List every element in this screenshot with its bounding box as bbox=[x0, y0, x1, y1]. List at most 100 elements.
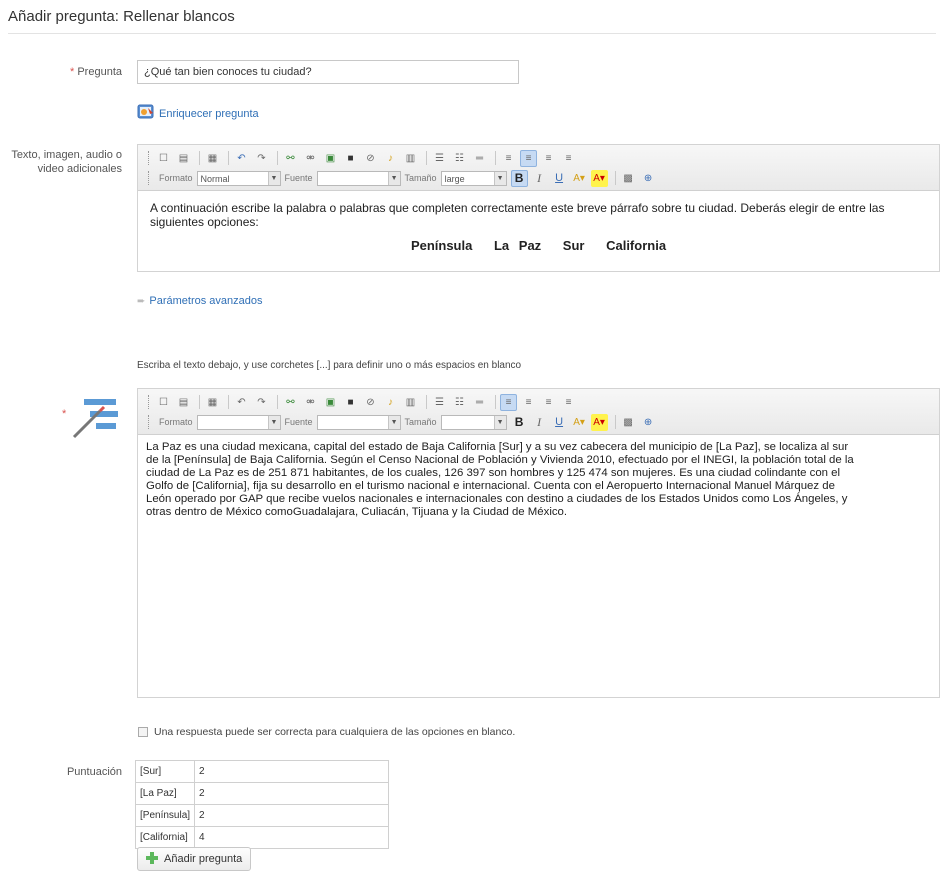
format-select-value bbox=[198, 416, 268, 429]
italic-icon[interactable]: I bbox=[531, 170, 548, 187]
bold-icon[interactable]: B bbox=[511, 414, 528, 431]
enrich-icon bbox=[137, 103, 155, 124]
align-left-icon[interactable]: ≡ bbox=[500, 393, 517, 411]
table-icon[interactable]: ▥ bbox=[402, 150, 419, 167]
new-page-icon[interactable]: ☐ bbox=[155, 394, 172, 411]
font-select[interactable]: ▼ bbox=[316, 170, 401, 186]
maximize-icon[interactable]: ⊕ bbox=[640, 170, 657, 187]
align-right-icon[interactable]: ≡ bbox=[540, 394, 557, 411]
align-justify-icon[interactable]: ≡ bbox=[560, 150, 577, 167]
paste-word-icon[interactable]: ▦ bbox=[204, 150, 221, 167]
font-select-value bbox=[318, 416, 388, 429]
undo-icon[interactable]: ↶ bbox=[233, 150, 250, 167]
toolbar-grip bbox=[148, 151, 151, 165]
bold-icon[interactable]: B bbox=[510, 169, 528, 187]
size-select[interactable]: large ▼ bbox=[440, 170, 507, 186]
unlink-icon[interactable]: ⚮ bbox=[302, 394, 319, 411]
size-select[interactable]: ▼ bbox=[440, 414, 507, 430]
toolbar-separator bbox=[228, 395, 229, 409]
undo-icon[interactable]: ↶ bbox=[233, 394, 250, 411]
blanks-text-editor[interactable]: ☐ ▤ ▦ ↶ ↷ ⚯ ⚮ ▣ ■ ⊘ ♪ ▥ ☰ ☷ ═ ≡ ≡ ≡ ≡ Fo… bbox=[137, 388, 940, 698]
bulleted-list-icon[interactable]: ☷ bbox=[451, 394, 468, 411]
any-answer-option[interactable]: Una respuesta puede ser correcta para cu… bbox=[138, 726, 515, 738]
source-icon[interactable]: ▩ bbox=[620, 170, 637, 187]
score-input[interactable]: 2 bbox=[194, 782, 390, 805]
new-page-icon[interactable]: ☐ bbox=[155, 150, 172, 167]
extra-content-editor[interactable]: ☐ ▤ ▦ ↶ ↷ ⚯ ⚮ ▣ ■ ⊘ ♪ ▥ ☰ ☷ ═ ≡ ≡ ≡ ≡ Fo… bbox=[137, 144, 940, 272]
audio-icon[interactable]: ♪ bbox=[382, 394, 399, 411]
score-input[interactable]: 4 bbox=[194, 826, 390, 849]
flash-icon[interactable]: ⊘ bbox=[362, 150, 379, 167]
bg-color-icon[interactable]: A▾ bbox=[590, 169, 608, 187]
blanks-text-area[interactable]: La Paz es una ciudad mexicana, capital d… bbox=[138, 435, 939, 525]
maximize-icon[interactable]: ⊕ bbox=[640, 414, 657, 431]
font-label: Fuente bbox=[284, 173, 313, 183]
format-select-value: Normal bbox=[200, 173, 230, 184]
score-input[interactable]: 2 bbox=[194, 804, 390, 827]
any-answer-checkbox[interactable] bbox=[138, 727, 148, 737]
score-input[interactable]: 2 bbox=[194, 760, 390, 783]
unlink-icon[interactable]: ⚮ bbox=[302, 150, 319, 167]
numbered-list-icon[interactable]: ☰ bbox=[431, 394, 448, 411]
chevron-down-icon: ▼ bbox=[267, 415, 280, 429]
chevron-down-icon: ▼ bbox=[387, 415, 400, 429]
any-answer-label: Una respuesta puede ser correcta para cu… bbox=[154, 726, 516, 738]
toolbar-separator bbox=[277, 151, 278, 165]
toolbar-separator bbox=[277, 395, 278, 409]
toolbar-separator bbox=[426, 151, 427, 165]
link-icon[interactable]: ⚯ bbox=[282, 150, 299, 167]
flash-icon[interactable]: ⊘ bbox=[362, 394, 379, 411]
image-icon[interactable]: ▣ bbox=[322, 394, 339, 411]
question-label-text: Pregunta bbox=[77, 66, 122, 78]
paste-text-icon[interactable]: ▤ bbox=[175, 394, 192, 411]
enrich-question-text[interactable]: Enriquecer pregunta bbox=[159, 108, 259, 120]
format-select[interactable]: ▼ bbox=[196, 414, 281, 430]
format-select[interactable]: Normal ▼ bbox=[196, 170, 281, 186]
question-input[interactable] bbox=[137, 60, 519, 84]
redo-icon[interactable]: ↷ bbox=[253, 394, 270, 411]
paste-word-icon[interactable]: ▦ bbox=[204, 394, 221, 411]
add-question-label: Añadir pregunta bbox=[164, 853, 243, 865]
video-icon[interactable]: ■ bbox=[342, 150, 359, 167]
plus-icon bbox=[146, 851, 158, 867]
toolbar-separator bbox=[614, 171, 616, 185]
add-question-button[interactable]: Añadir pregunta bbox=[137, 847, 252, 871]
paste-text-icon[interactable]: ▤ bbox=[175, 150, 192, 167]
bg-color-icon[interactable]: A▾ bbox=[590, 413, 608, 431]
audio-icon[interactable]: ♪ bbox=[382, 150, 399, 167]
bulleted-list-icon[interactable]: ☷ bbox=[451, 150, 468, 167]
align-center-icon[interactable]: ≡ bbox=[520, 394, 537, 411]
blank-key: [Sur] bbox=[134, 760, 196, 783]
align-right-icon[interactable]: ≡ bbox=[540, 150, 557, 167]
underline-icon[interactable]: U bbox=[551, 414, 568, 431]
source-icon[interactable]: ▩ bbox=[620, 414, 637, 431]
toolbar-separator bbox=[228, 151, 229, 165]
table-icon[interactable]: ▥ bbox=[402, 394, 419, 411]
link-icon[interactable]: ⚯ bbox=[282, 394, 299, 411]
video-icon[interactable]: ■ bbox=[342, 394, 359, 411]
image-icon[interactable]: ▣ bbox=[322, 150, 339, 167]
title-divider bbox=[8, 33, 936, 34]
italic-icon[interactable]: I bbox=[531, 414, 548, 431]
horizontal-rule-icon[interactable]: ═ bbox=[471, 150, 488, 167]
horizontal-rule-icon[interactable]: ═ bbox=[471, 394, 488, 411]
enrich-question-link[interactable]: Enriquecer pregunta bbox=[137, 103, 259, 124]
editor-toolbar: ☐ ▤ ▦ ↶ ↷ ⚯ ⚮ ▣ ■ ⊘ ♪ ▥ ☰ ☷ ═ ≡ ≡ ≡ ≡ Fo… bbox=[138, 389, 939, 435]
underline-icon[interactable]: U bbox=[551, 170, 568, 187]
toolbar-row-2: Formato ▼ Fuente ▼ Tamaño ▼ B I U A▾ A▾ … bbox=[148, 413, 660, 431]
extra-content-label: Texto, imagen, audio o video adicionales bbox=[4, 148, 122, 176]
size-label: Tamaño bbox=[404, 173, 437, 183]
align-justify-icon[interactable]: ≡ bbox=[560, 394, 577, 411]
chevron-down-icon: ▼ bbox=[493, 415, 506, 429]
text-color-icon[interactable]: A▾ bbox=[571, 414, 588, 431]
advanced-params-link[interactable]: ➨ Parámetros avanzados bbox=[137, 295, 263, 307]
toolbar-row-1: ☐ ▤ ▦ ↶ ↷ ⚯ ⚮ ▣ ■ ⊘ ♪ ▥ ☰ ☷ ═ ≡ ≡ ≡ ≡ bbox=[148, 149, 580, 167]
redo-icon[interactable]: ↷ bbox=[253, 150, 270, 167]
advanced-params-text[interactable]: Parámetros avanzados bbox=[149, 295, 262, 307]
font-select[interactable]: ▼ bbox=[316, 414, 401, 430]
numbered-list-icon[interactable]: ☰ bbox=[431, 150, 448, 167]
align-center-icon[interactable]: ≡ bbox=[520, 149, 537, 167]
extra-content-area[interactable]: A continuación escribe la palabra o pala… bbox=[138, 191, 939, 263]
align-left-icon[interactable]: ≡ bbox=[500, 150, 517, 167]
text-color-icon[interactable]: A▾ bbox=[571, 170, 588, 187]
